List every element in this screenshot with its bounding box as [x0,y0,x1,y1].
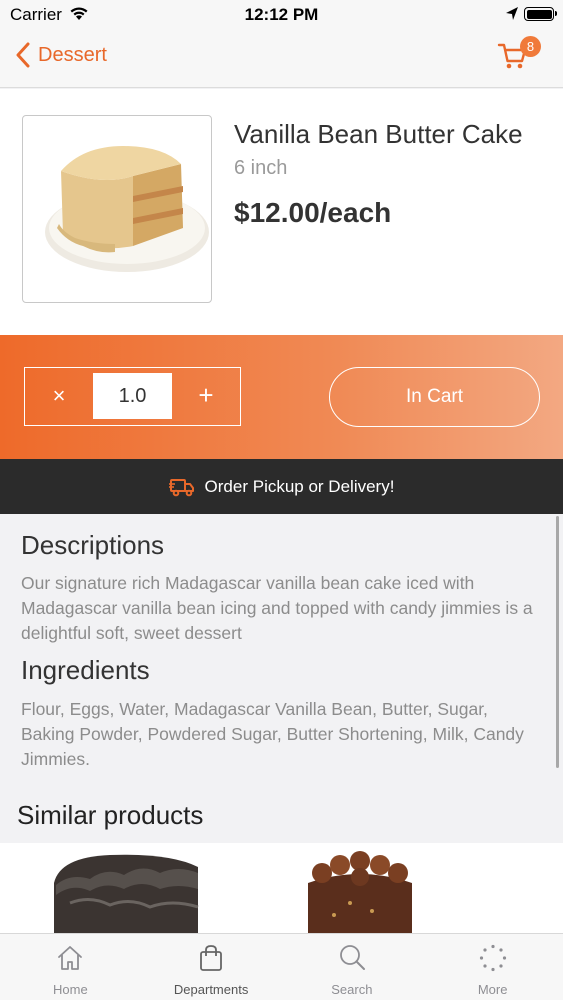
ingredients-text: Flour, Eggs, Water, Madagascar Vanilla B… [21,699,524,769]
cart-count-badge: 8 [520,36,541,57]
similar-product-card[interactable] [50,843,200,935]
remove-button[interactable]: × [25,368,93,424]
delivery-label: Order Pickup or Delivery! [204,476,395,496]
ingredients-heading: Ingredients [21,655,150,685]
similar-product-card[interactable] [300,843,420,935]
clock: 12:12 PM [244,5,319,24]
battery-icon [524,7,557,21]
bag-icon [200,945,223,971]
product-name: Vanilla Bean Butter Cake [234,119,523,149]
back-button[interactable]: Dessert [16,42,107,68]
increment-button[interactable]: + [172,368,240,424]
home-icon [58,946,83,970]
product-header: Vanilla Bean Butter Cake 6 inch $12.00/e… [0,89,563,335]
similar-products-list [0,843,563,935]
tab-home[interactable]: Home [0,934,141,1000]
tab-label: Search [331,982,373,997]
chevron-left-icon [16,42,30,68]
delivery-banner[interactable]: Order Pickup or Delivery! [0,459,563,514]
nav-bar: Dessert 8 [0,30,563,88]
similar-products-heading: Similar products [17,800,204,830]
chocolate-cake-image [54,854,199,935]
quantity-stepper: × + [24,367,241,426]
tab-search[interactable]: Search [282,934,423,1000]
product-size: 6 inch [234,157,288,179]
in-cart-button[interactable]: In Cart [329,367,540,427]
delivery-truck-icon [168,478,194,496]
more-icon [479,944,506,972]
tab-more[interactable]: More [422,934,563,1000]
tab-departments[interactable]: Departments [141,934,282,1000]
product-price: $12.00/each [234,197,392,228]
tab-label: Departments [173,982,249,997]
tab-bar: Home Departments Search More [0,933,563,1000]
location-arrow-icon [506,7,518,20]
tab-label: Home [53,982,88,997]
descriptions-heading: Descriptions [21,530,165,560]
search-icon [339,945,365,970]
status-bar: Carrier 12:12 PM [0,0,563,30]
cart-button[interactable]: 8 [497,36,541,74]
product-details: Descriptions Our signature rich Madagasc… [0,514,563,935]
purchase-band: × + In Cart [0,335,563,459]
back-label: Dessert [38,43,107,66]
chocolate-layer-cake-image [308,851,412,935]
scrollbar[interactable] [556,516,559,768]
quantity-input[interactable] [93,373,172,419]
descriptions-text: Our signature rich Madagascar vanilla be… [21,573,533,643]
product-image[interactable] [22,115,212,303]
tab-label: More [477,982,508,997]
cake-image [45,146,209,272]
